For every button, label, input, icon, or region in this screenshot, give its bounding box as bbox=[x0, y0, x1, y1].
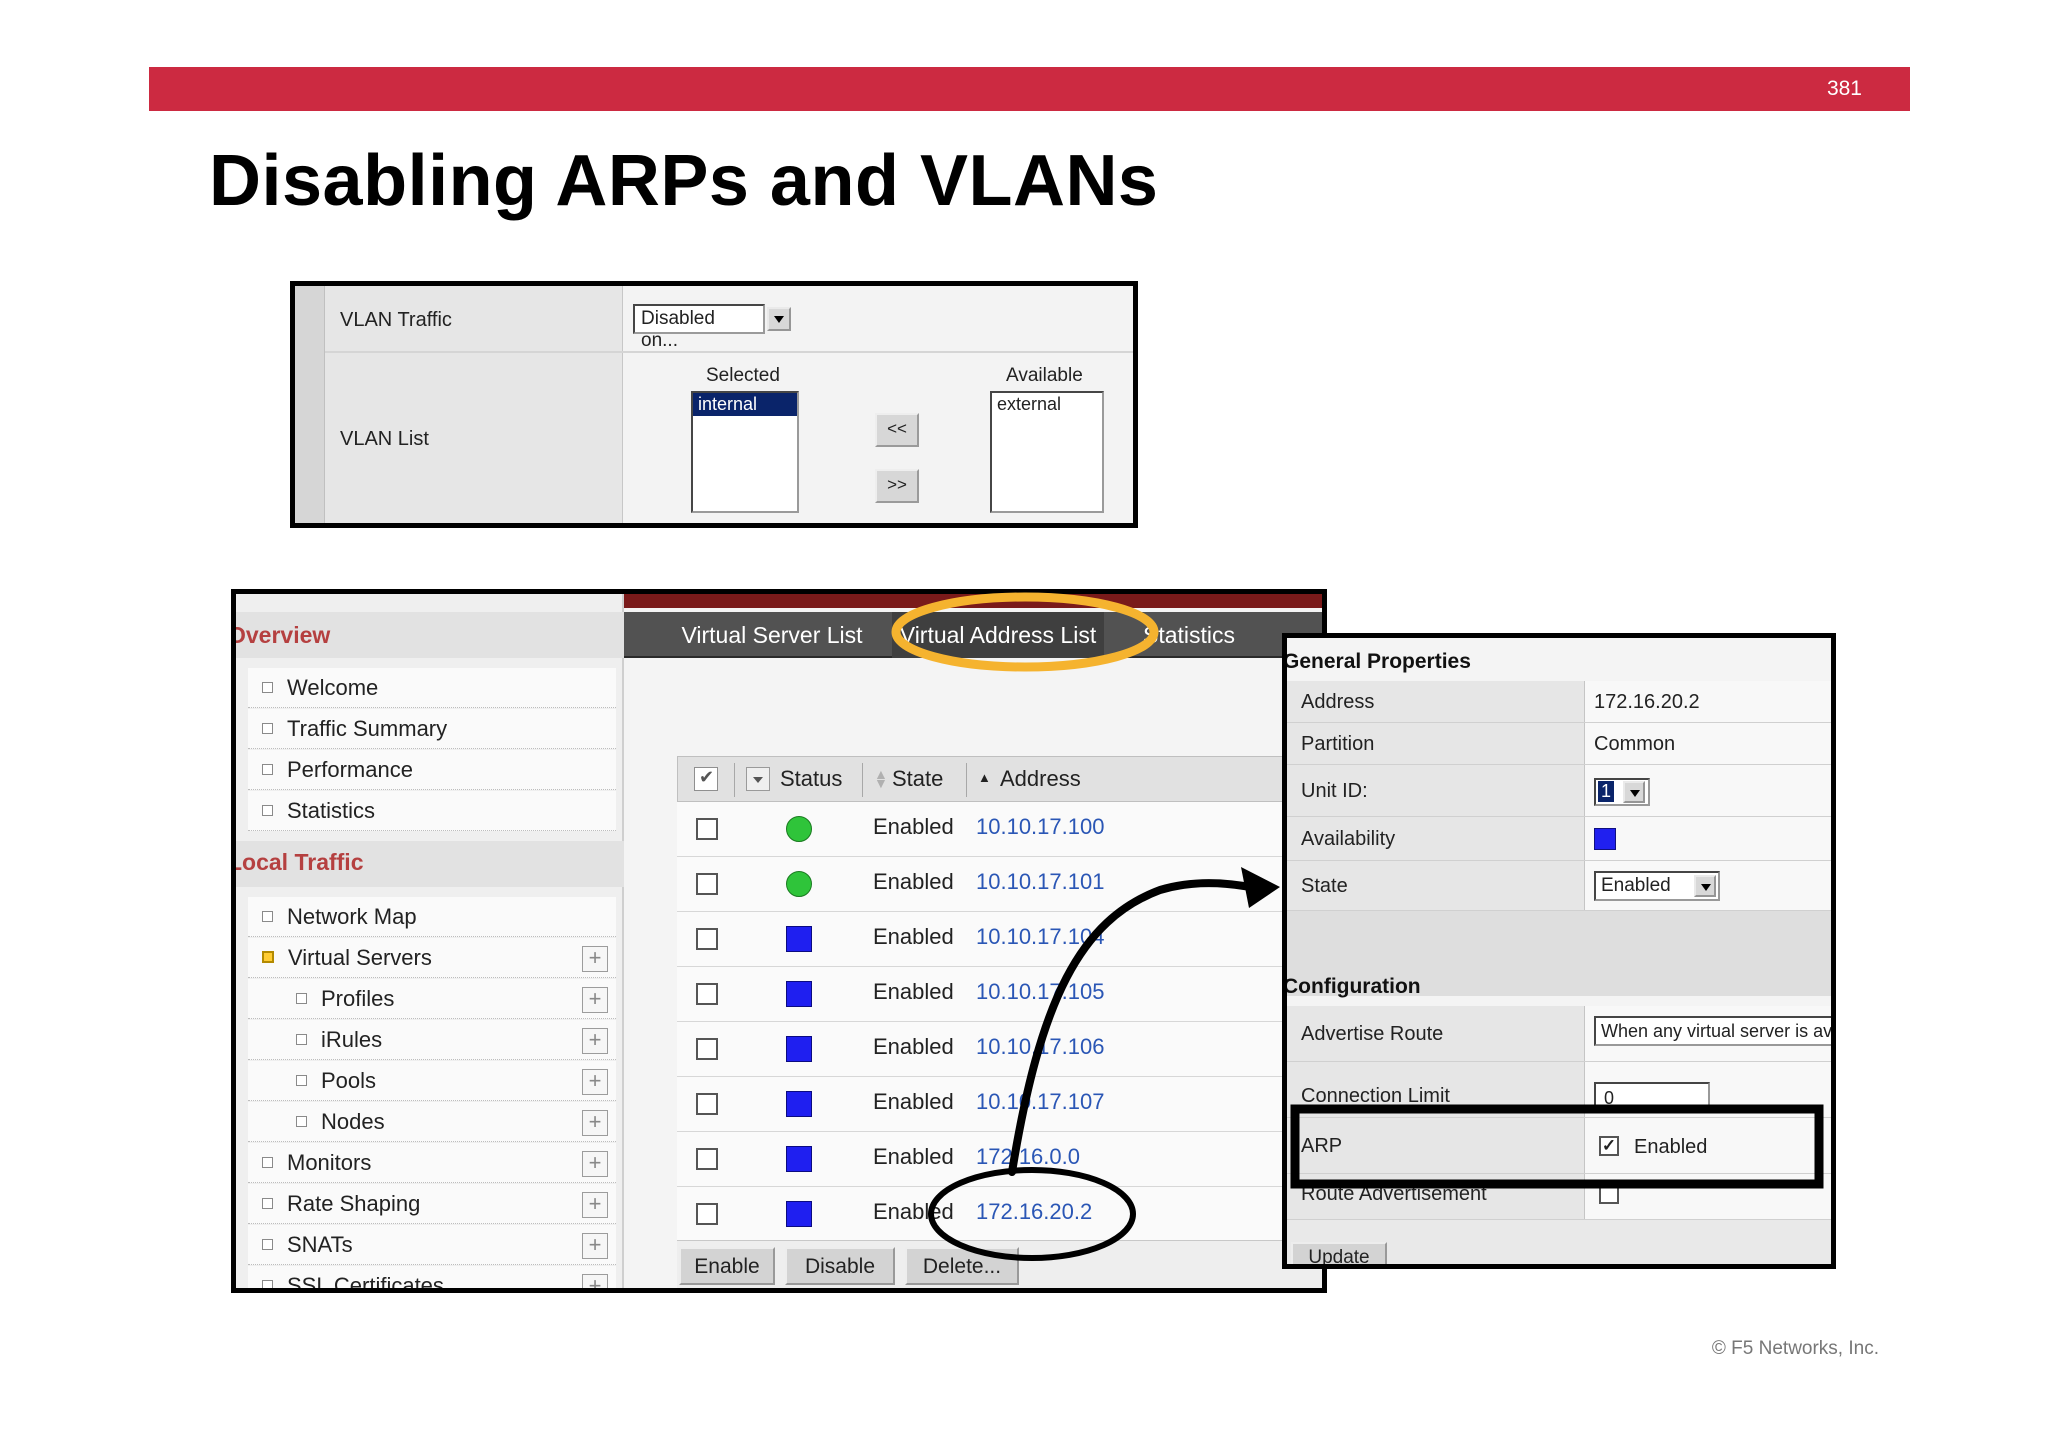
address-highlight-ellipse bbox=[928, 1167, 1136, 1261]
arrowhead-icon bbox=[1241, 867, 1280, 908]
arp-highlight-box bbox=[1290, 1104, 1824, 1189]
copyright: © F5 Networks, Inc. bbox=[1711, 1338, 1879, 1359]
tab-highlight-ellipse bbox=[891, 592, 1159, 672]
annotation-overlay bbox=[891, 592, 1824, 1261]
callout-arrow bbox=[1008, 879, 1259, 1176]
